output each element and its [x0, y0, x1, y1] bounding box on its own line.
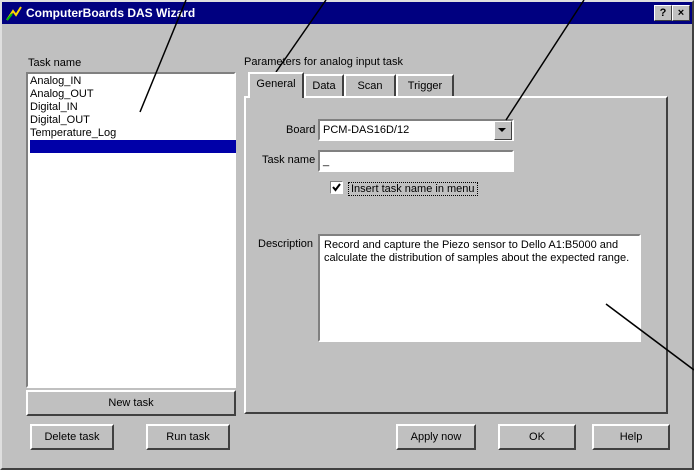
task-name-value: _ — [320, 152, 512, 170]
list-item[interactable]: Analog_OUT — [30, 88, 94, 101]
list-item[interactable]: Digital_IN — [30, 101, 78, 114]
description-textarea[interactable]: Record and capture the Piezo sensor to D… — [318, 234, 641, 342]
delete-task-button[interactable]: Delete task — [30, 424, 114, 450]
task-name-list-label: Task name — [28, 57, 82, 69]
apply-now-button[interactable]: Apply now — [396, 424, 476, 450]
insert-task-checkbox[interactable] — [330, 181, 343, 194]
run-task-button[interactable]: Run task — [146, 424, 230, 450]
description-text: Record and capture the Piezo sensor to D… — [324, 239, 630, 264]
board-label: Board — [286, 124, 316, 136]
parameters-group-label: Parameters for analog input task — [244, 56, 403, 68]
window-title: ComputerBoards DAS Wizard — [26, 6, 196, 20]
tab-scan[interactable]: Scan — [344, 74, 396, 96]
close-title-button[interactable]: × — [672, 5, 690, 21]
tab-general[interactable]: General — [248, 72, 304, 98]
task-name-field-label: Task name — [262, 154, 316, 166]
chevron-down-icon[interactable] — [494, 121, 512, 140]
insert-task-checkbox-label[interactable]: Insert task name in menu — [348, 182, 478, 196]
checkmark-icon — [332, 183, 341, 192]
ok-button[interactable]: OK — [498, 424, 576, 450]
list-item[interactable]: Temperature_Log — [30, 127, 116, 140]
list-item[interactable]: Digital_OUT — [30, 114, 90, 127]
task-list[interactable]: Analog_IN Analog_OUT Digital_IN Digital_… — [26, 72, 236, 388]
description-label: Description — [258, 238, 314, 250]
new-task-button[interactable]: New task — [26, 390, 236, 416]
app-logo-icon — [6, 6, 22, 21]
task-name-input[interactable]: _ — [318, 150, 514, 172]
list-item[interactable]: Analog_IN — [30, 75, 81, 88]
help-button[interactable]: Help — [592, 424, 670, 450]
board-value: PCM-DAS16D/12 — [320, 121, 512, 139]
help-title-button[interactable]: ? — [654, 5, 672, 21]
board-dropdown[interactable]: PCM-DAS16D/12 — [318, 119, 514, 141]
tab-trigger[interactable]: Trigger — [396, 74, 454, 96]
title-bar[interactable]: ComputerBoards DAS Wizard ? × — [2, 2, 692, 24]
tab-data[interactable]: Data — [304, 74, 344, 96]
list-item-selected[interactable] — [30, 140, 236, 153]
